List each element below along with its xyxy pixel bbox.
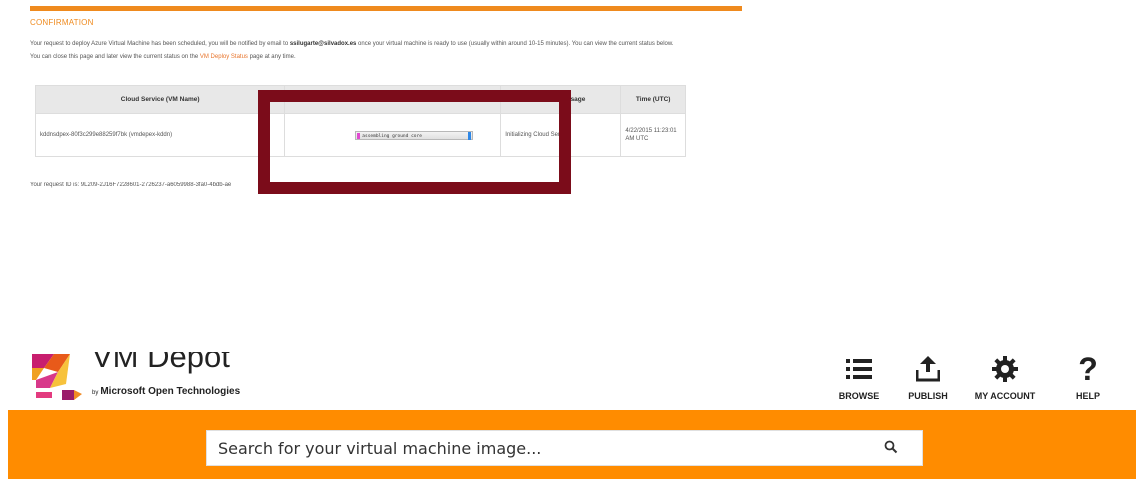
confirmation-section: CONFIRMATION Your request to deploy Azur… [30, 18, 742, 65]
vm-depot-logo[interactable]: VM Depot by Microsoft Open Technologies [32, 352, 272, 400]
notification-email: ssilugarte@silvadox.es [289, 41, 357, 47]
nav-browse-label: BROWSE [838, 391, 880, 401]
nav-browse[interactable]: BROWSE [824, 352, 894, 401]
question-icon: ? [1078, 351, 1098, 387]
confirmation-title: CONFIRMATION [30, 18, 94, 27]
nav-my-account[interactable]: MY ACCOUNT [970, 352, 1040, 401]
upload-icon [893, 352, 963, 386]
nav-help[interactable]: ? HELP [1053, 352, 1123, 401]
status-note-text-1: You can close this page and later view t… [30, 54, 200, 60]
column-header-time: Time (UTC) [620, 85, 686, 114]
nav-help-label: HELP [1075, 391, 1100, 401]
confirmation-text-1: Your request to deploy Azure Virtual Mac… [30, 41, 290, 47]
logo-by: by [92, 390, 99, 396]
search-box [206, 430, 923, 466]
cell-time: 4/22/2015 11:23:01 AM UTC [620, 113, 686, 157]
vm-deploy-status-link[interactable]: VM Deploy Status [200, 54, 248, 60]
gear-icon [970, 352, 1040, 386]
status-note-text-2: page at any time. [247, 54, 296, 60]
nav-my-account-label: MY ACCOUNT [974, 391, 1036, 401]
status-page-note: You can close this page and later view t… [30, 52, 742, 62]
search-icon[interactable] [884, 440, 898, 459]
cell-cloud-service: kddnsdpex-80f3c299e88259f7bk (vmdepex-kd… [34, 113, 286, 157]
logo-subtitle: by Microsoft Open Technologies [92, 386, 240, 397]
nav-publish[interactable]: PUBLISH [893, 352, 963, 401]
column-header-cloud-service: Cloud Service (VM Name) [34, 85, 286, 114]
confirmation-message: Your request to deploy Azure Virtual Mac… [30, 39, 742, 49]
highlight-annotation-box [258, 90, 571, 194]
logo-company: Microsoft Open Technologies [100, 386, 241, 397]
confirmation-top-rule [30, 6, 742, 11]
list-icon [824, 352, 894, 386]
logo-title: VM Depot [92, 352, 230, 374]
search-input[interactable] [207, 431, 868, 465]
confirmation-text-2: once your virtual machine is ready to us… [356, 41, 674, 47]
nav-publish-label: PUBLISH [908, 391, 948, 401]
logo-mark-icon [32, 354, 82, 400]
